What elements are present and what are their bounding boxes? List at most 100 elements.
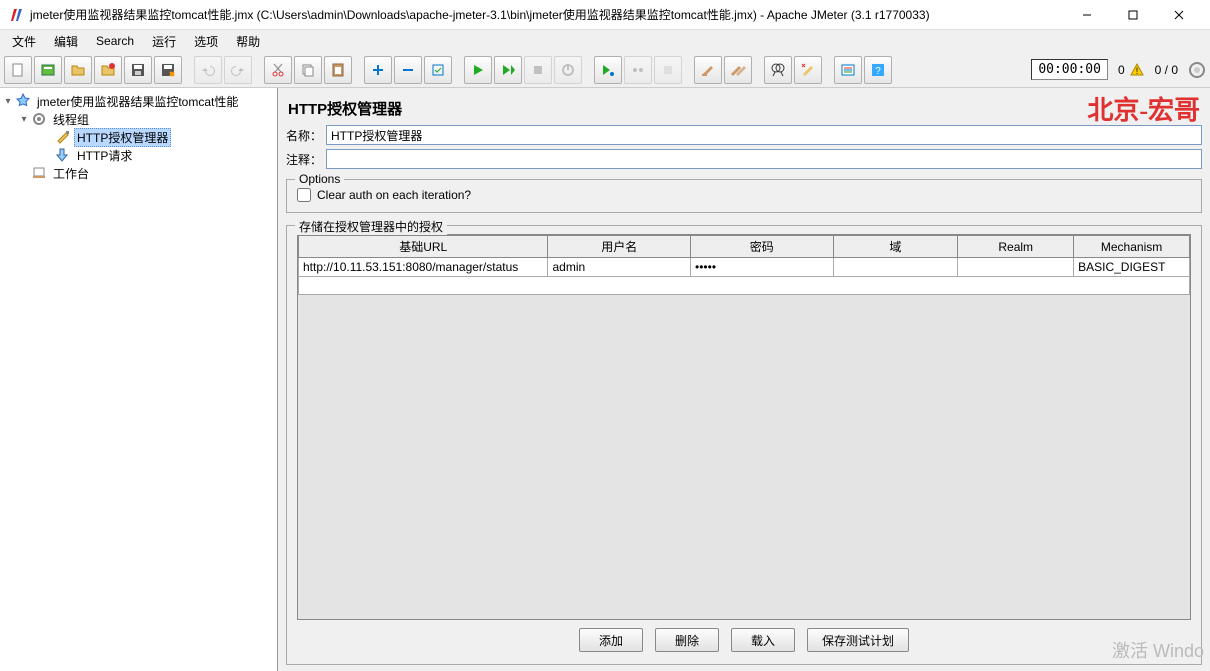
toolbar: ? 00:00:00 0 ! 0 / 0 [0,52,1210,88]
tree-auth-manager[interactable]: HTTP授权管理器 [2,128,275,146]
table-empty-area[interactable] [299,277,1190,295]
svg-text:?: ? [875,66,881,77]
col-domain[interactable]: 域 [833,236,958,258]
svg-text:!: ! [1135,66,1138,76]
name-input[interactable] [326,125,1202,145]
redo-button[interactable] [224,56,252,84]
paste-button[interactable] [324,56,352,84]
name-field-row: 名称： [286,125,1202,145]
col-mech[interactable]: Mechanism [1074,236,1190,258]
new-button[interactable] [4,56,32,84]
save-plan-button[interactable]: 保存测试计划 [807,628,909,652]
auth-table[interactable]: 基础URL 用户名 密码 域 Realm Mechanism http://10… [297,234,1191,620]
collapse-icon[interactable]: ▾ [18,114,30,125]
close-button[interactable] [1156,0,1202,30]
search-button[interactable] [764,56,792,84]
table-row[interactable]: http://10.11.53.151:8080/manager/status … [299,258,1190,277]
config-icon [54,129,72,145]
menu-edit[interactable]: 编辑 [46,31,86,52]
watermark-text: 北京-宏哥 [1087,90,1200,127]
tree-http-request-label: HTTP请求 [74,147,135,164]
expand-button[interactable] [364,56,392,84]
templates-button[interactable] [34,56,62,84]
comment-field-row: 注释： [286,149,1202,169]
tree-workbench[interactable]: 工作台 [2,164,275,182]
thread-status: 0 / 0 [1155,63,1178,77]
tree-http-request[interactable]: HTTP请求 [2,146,275,164]
remote-stop-button[interactable] [654,56,682,84]
options-legend: Options [295,172,344,186]
cell-user[interactable]: admin [548,258,691,277]
clear-auth-label: Clear auth on each iteration? [317,188,471,202]
reset-search-button[interactable] [794,56,822,84]
warn-count: 0 [1118,63,1125,77]
window-titlebar: jmeter使用监视器结果监控tomcat性能.jmx (C:\Users\ad… [0,0,1210,30]
options-fieldset: Options Clear auth on each iteration? [286,179,1202,213]
comment-input[interactable] [326,149,1202,169]
cell-realm[interactable] [958,258,1074,277]
collapse-icon[interactable]: ▾ [2,96,14,107]
cell-domain[interactable] [833,258,958,277]
table-button-row: 添加 删除 载入 保存测试计划 [297,620,1191,654]
elapsed-timer: 00:00:00 [1031,59,1108,80]
minimize-button[interactable] [1064,0,1110,30]
save-button[interactable] [124,56,152,84]
clear-auth-checkbox[interactable] [297,188,311,202]
copy-button[interactable] [294,56,322,84]
testplan-icon [14,93,32,109]
help-button[interactable]: ? [864,56,892,84]
menu-options[interactable]: 选项 [186,31,226,52]
warning-status: 0 ! [1118,62,1145,78]
stop-button[interactable] [524,56,552,84]
remote-start-all-button[interactable] [624,56,652,84]
panel-title: HTTP授权管理器 [286,94,1202,125]
tree-root[interactable]: ▾ jmeter使用监视器结果监控tomcat性能 [2,92,275,110]
remote-start-button[interactable] [594,56,622,84]
menu-help[interactable]: 帮助 [228,31,268,52]
cell-pass[interactable]: ••••• [691,258,834,277]
tree-thread-group[interactable]: ▾ 线程组 [2,110,275,128]
col-pass[interactable]: 密码 [691,236,834,258]
sampler-icon [54,147,72,163]
col-user[interactable]: 用户名 [548,236,691,258]
cell-url[interactable]: http://10.11.53.151:8080/manager/status [299,258,548,277]
running-indicator [1188,61,1206,79]
cell-mech[interactable]: BASIC_DIGEST [1074,258,1190,277]
window-controls [1064,0,1202,30]
app-icon [8,7,24,23]
menu-run[interactable]: 运行 [144,31,184,52]
config-panel: 北京-宏哥 HTTP授权管理器 名称： 注释： Options Clear au… [278,88,1210,671]
tree-auth-manager-label: HTTP授权管理器 [74,128,171,147]
tree-workbench-label: 工作台 [50,165,92,182]
menu-search[interactable]: Search [88,32,142,50]
menu-file[interactable]: 文件 [4,31,44,52]
name-label: 名称： [286,127,326,144]
warning-icon: ! [1129,62,1145,78]
workbench-icon [30,165,48,181]
collapse-button[interactable] [394,56,422,84]
load-button[interactable]: 载入 [731,628,795,652]
table-header-row: 基础URL 用户名 密码 域 Realm Mechanism [299,236,1190,258]
clear-button[interactable] [694,56,722,84]
stored-auth-fieldset: 存储在授权管理器中的授权 基础URL 用户名 密码 域 Realm Mechan… [286,225,1202,665]
test-plan-tree[interactable]: ▾ jmeter使用监视器结果监控tomcat性能 ▾ 线程组 HTTP授权管理… [0,88,278,671]
function-helper-button[interactable] [834,56,862,84]
clear-all-button[interactable] [724,56,752,84]
save-as-button[interactable] [154,56,182,84]
toggle-button[interactable] [424,56,452,84]
tree-root-label: jmeter使用监视器结果监控tomcat性能 [34,93,241,110]
undo-button[interactable] [194,56,222,84]
delete-button[interactable]: 删除 [655,628,719,652]
col-url[interactable]: 基础URL [299,236,548,258]
shutdown-button[interactable] [554,56,582,84]
maximize-button[interactable] [1110,0,1156,30]
open-button[interactable] [64,56,92,84]
start-no-timers-button[interactable] [494,56,522,84]
start-button[interactable] [464,56,492,84]
close-file-button[interactable] [94,56,122,84]
cut-button[interactable] [264,56,292,84]
add-button[interactable]: 添加 [579,628,643,652]
col-realm[interactable]: Realm [958,236,1074,258]
comment-label: 注释： [286,151,326,168]
tree-thread-group-label: 线程组 [50,111,92,128]
